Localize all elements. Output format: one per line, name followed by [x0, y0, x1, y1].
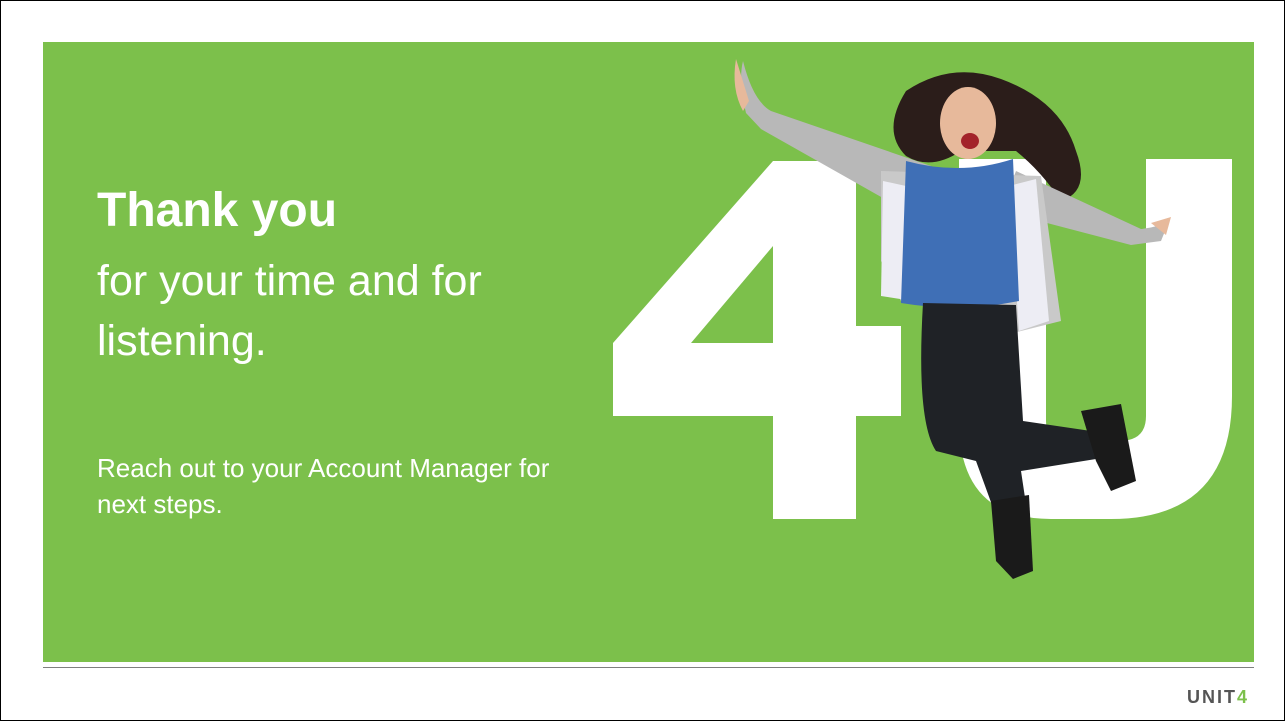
subline: for your time and for listening. [97, 257, 482, 365]
unit4-logo: UNIT4 [1187, 687, 1249, 707]
footer-divider [43, 667, 1254, 668]
headline: Thank you [97, 184, 338, 237]
logo-accent-digit: 4 [1237, 687, 1250, 707]
call-to-action-text: Reach out to your Account Manager for ne… [97, 453, 550, 519]
logo-text: UNIT [1187, 687, 1237, 707]
slide: Thank you for your time and for listenin… [0, 0, 1285, 721]
